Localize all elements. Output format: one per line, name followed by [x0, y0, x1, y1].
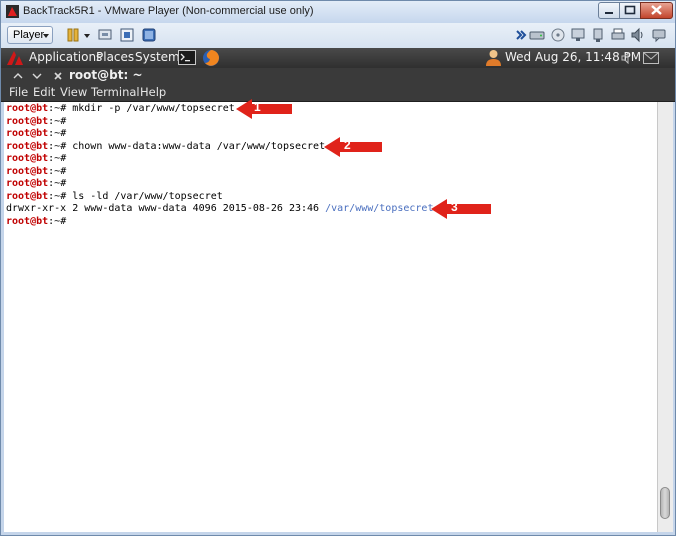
send-ctrl-alt-del-icon[interactable]	[97, 27, 113, 43]
command-text: chown www-data:www-data /var/www/topsecr…	[66, 140, 326, 152]
player-menu-label: Player	[13, 29, 45, 41]
command-text: ls -ld /var/www/topsecret	[66, 190, 223, 202]
callout-arrow-3: 3	[431, 199, 491, 219]
backtrack-logo-icon	[7, 51, 23, 65]
menu-terminal[interactable]: Terminal	[91, 85, 140, 99]
places-menu[interactable]: Places	[96, 50, 134, 64]
terminal-line: root@bt:~#	[6, 128, 66, 140]
minimize-button[interactable]	[598, 2, 620, 19]
vmware-player-window: BackTrack5R1 - VMware Player (Non-commer…	[0, 0, 676, 536]
callout-label-1: 1	[254, 100, 261, 114]
prompt-path: :~#	[48, 165, 67, 177]
callout-label-3: 3	[451, 200, 458, 214]
prompt-path: :~#	[48, 178, 67, 189]
terminal-scrollbar[interactable]	[657, 102, 673, 532]
prompt-user: root@bt	[6, 140, 49, 152]
mail-icon[interactable]	[643, 52, 659, 64]
prompt-path: :~#	[48, 128, 67, 139]
arrow-left-icon	[324, 137, 382, 157]
chevron-right-icon[interactable]	[513, 27, 529, 43]
terminal-title-bar: root@bt: ~	[1, 68, 675, 84]
menu-help[interactable]: Help	[140, 85, 166, 99]
prompt-user: root@bt	[6, 190, 49, 202]
callout-arrow-2: 2	[324, 137, 382, 157]
prompt-path: :~#	[48, 190, 67, 202]
callout-label-2: 2	[344, 138, 351, 152]
prompt-user: root@bt	[6, 153, 49, 164]
menu-view[interactable]: View	[60, 85, 87, 99]
prompt-user: root@bt	[6, 103, 49, 114]
volume-icon[interactable]	[621, 52, 633, 64]
window-title: BackTrack5R1 - VMware Player (Non-commer…	[23, 5, 314, 17]
title-bar: BackTrack5R1 - VMware Player (Non-commer…	[1, 1, 675, 23]
sound-icon[interactable]	[630, 27, 646, 43]
output-text: drwxr-xr-x 2 www-data www-data 4096 2015…	[6, 203, 326, 214]
terminal-line: root@bt:~# ls -ld /var/www/topsecret	[6, 191, 223, 203]
system-menu[interactable]: System	[135, 50, 180, 64]
arrow-left-icon	[236, 99, 292, 119]
pause-icon[interactable]	[65, 27, 81, 43]
command-text: mkdir -p /var/www/topsecret	[66, 103, 235, 114]
prompt-user: root@bt	[6, 178, 49, 189]
firefox-icon[interactable]	[202, 49, 220, 67]
chevron-up-icon[interactable]	[13, 71, 23, 81]
minimize-icon	[605, 12, 613, 14]
message-icon[interactable]	[651, 27, 667, 43]
terminal-launcher-icon[interactable]	[178, 50, 196, 65]
user-icon	[486, 50, 501, 66]
terminal-line: root@bt:~#	[6, 153, 66, 165]
vmware-app-icon	[6, 5, 19, 18]
pause-dropdown-icon[interactable]	[84, 34, 90, 38]
prompt-path: :~#	[48, 140, 67, 152]
prompt-user: root@bt	[6, 115, 49, 127]
terminal-line: root@bt:~#	[6, 116, 66, 128]
chevron-down-icon[interactable]	[32, 71, 42, 81]
terminal-line: root@bt:~#	[6, 216, 66, 228]
prompt-path: :~#	[48, 153, 67, 164]
prompt-path: :~#	[48, 115, 67, 127]
menu-edit[interactable]: Edit	[33, 85, 55, 99]
prompt-user: root@bt	[6, 165, 49, 177]
maximize-icon	[624, 5, 636, 15]
menu-file[interactable]: File	[9, 85, 28, 99]
terminal-line: root@bt:~# chown www-data:www-data /var/…	[6, 141, 325, 153]
prompt-user: root@bt	[6, 215, 49, 227]
unity-icon[interactable]	[141, 27, 157, 43]
terminal-menu-bar: File Edit View Terminal Help	[1, 84, 675, 102]
close-button[interactable]	[640, 2, 673, 19]
cdrom-icon[interactable]	[550, 27, 566, 43]
scrollbar-thumb[interactable]	[660, 487, 670, 519]
gnome-top-panel: Applications Places System Wed Aug 26, 1…	[1, 48, 675, 68]
prompt-path: :~#	[48, 103, 67, 114]
terminal-close-icon[interactable]	[53, 71, 63, 81]
player-menu-button[interactable]: Player	[7, 26, 53, 44]
terminal-line: root@bt:~#	[6, 178, 66, 190]
close-icon	[651, 5, 662, 15]
applications-menu[interactable]: Applications	[29, 50, 102, 64]
callout-arrow-1: 1	[236, 99, 292, 119]
terminal-title: root@bt: ~	[69, 68, 143, 82]
maximize-button[interactable]	[619, 2, 641, 19]
usb-icon[interactable]	[590, 27, 606, 43]
prompt-user: root@bt	[6, 128, 49, 139]
network-icon[interactable]	[570, 27, 586, 43]
printer-icon[interactable]	[610, 27, 626, 43]
terminal-output[interactable]: root@bt:~# mkdir -p /var/www/topsecret ro…	[4, 102, 657, 532]
terminal-line: root@bt:~#	[6, 166, 66, 178]
chevron-down-icon	[43, 34, 49, 38]
highlighted-path: /var/www/topsecret	[325, 203, 434, 214]
terminal-line: drwxr-xr-x 2 www-data www-data 4096 2015…	[6, 203, 433, 215]
hdd-icon[interactable]	[529, 27, 545, 43]
terminal-line: root@bt:~# mkdir -p /var/www/topsecret	[6, 103, 235, 115]
arrow-left-icon	[431, 199, 491, 219]
fullscreen-icon[interactable]	[119, 27, 135, 43]
vmware-toolbar: Player	[1, 23, 675, 49]
prompt-path: :~#	[48, 215, 67, 227]
